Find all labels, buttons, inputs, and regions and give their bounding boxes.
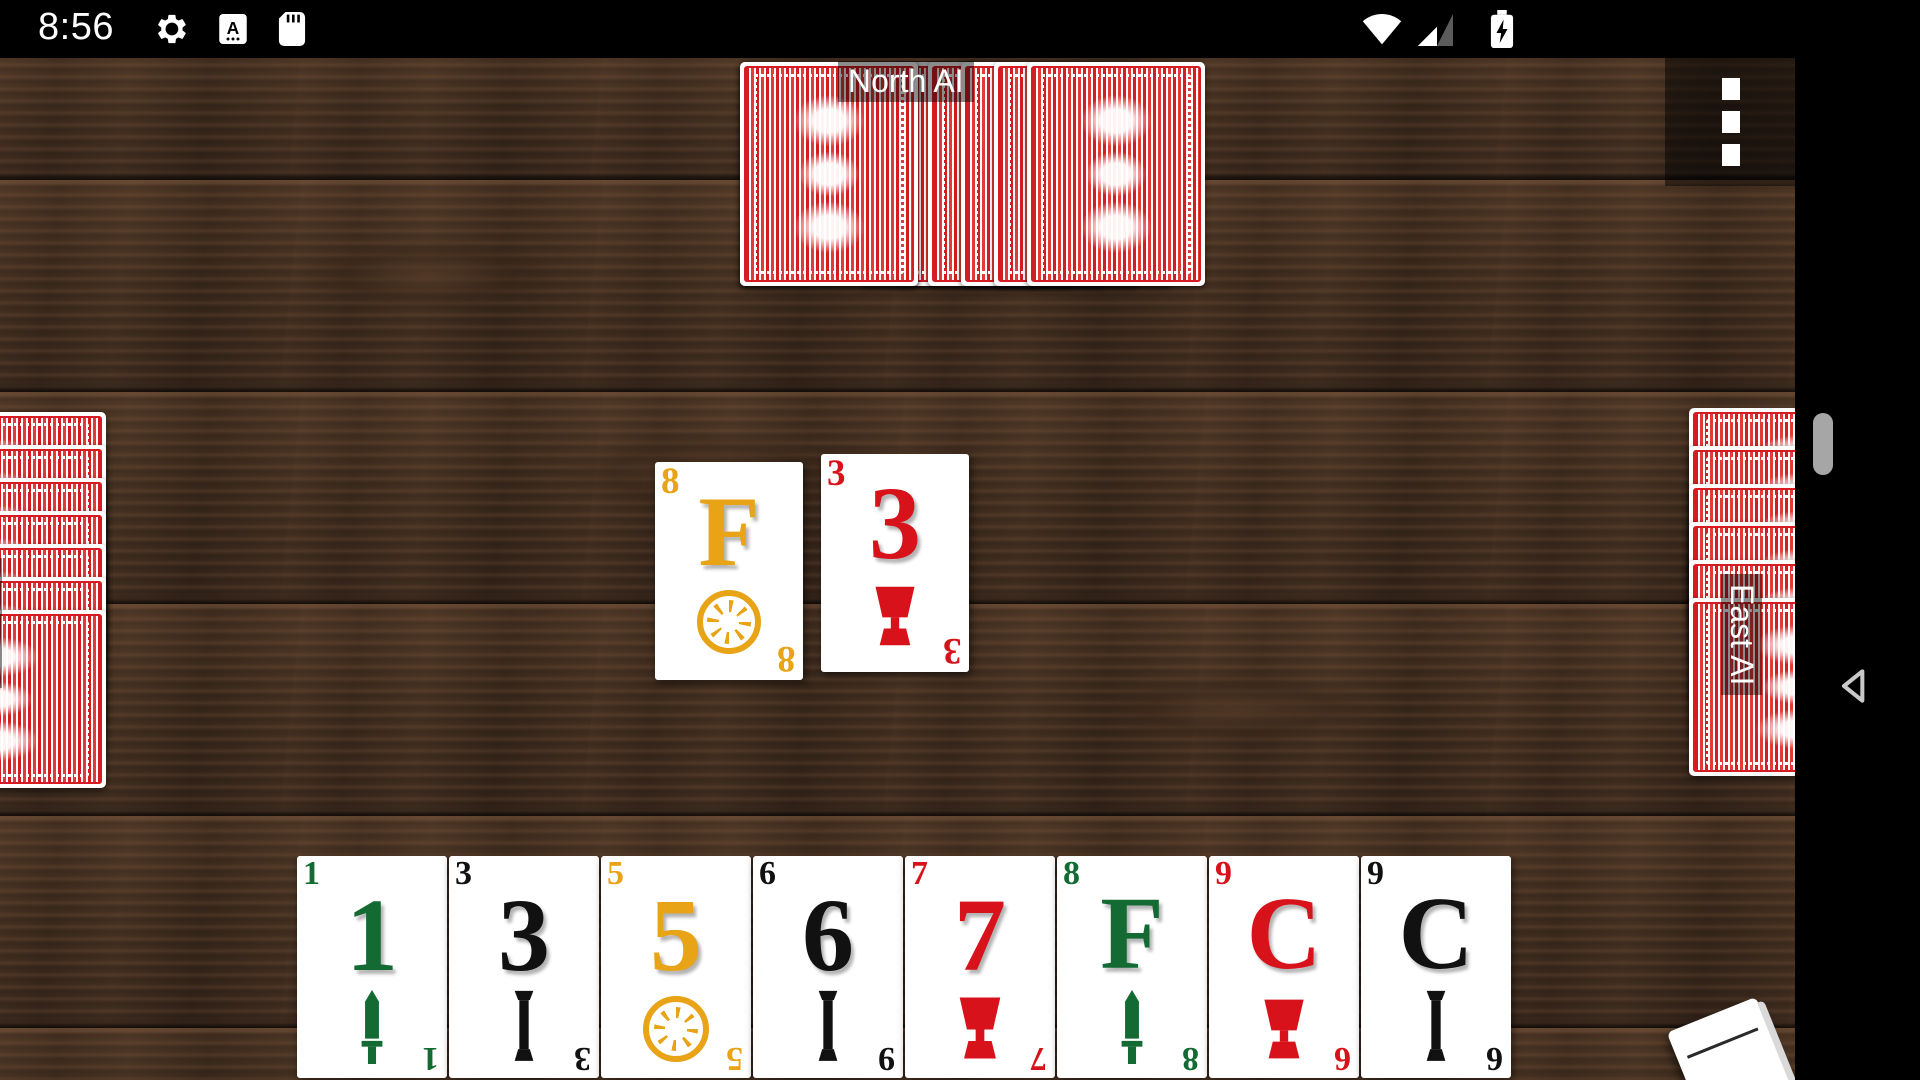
card-corner-rank: 3 <box>574 1040 591 1077</box>
hand-card[interactable]: 3 3 3 <box>449 856 599 1078</box>
wifi-icon <box>1362 14 1402 45</box>
card-corner-rank: 6 <box>1486 1040 1503 1077</box>
card-corner-rank: 6 <box>1334 1040 1351 1077</box>
card-face: 1 <box>346 878 398 993</box>
sd-card-icon <box>278 12 306 46</box>
card-face: F <box>1100 876 1164 991</box>
card-face: 7 <box>954 878 1006 993</box>
back-triangle-icon[interactable] <box>1833 664 1877 708</box>
hand-card[interactable]: 5 5 5 <box>601 856 751 1078</box>
app-a-icon: A <box>219 14 247 44</box>
svg-text:A: A <box>227 18 240 38</box>
gear-icon <box>158 14 186 44</box>
east-ai-label: East AI <box>1721 574 1762 696</box>
hand-card[interactable]: 7 7 7 <box>905 856 1055 1078</box>
card-face: 3 <box>869 466 921 581</box>
trick-card: 8 F 8 <box>655 462 803 680</box>
card-corner-rank: 8 <box>1182 1040 1199 1077</box>
card-face: C <box>1398 876 1474 991</box>
card-face: F <box>698 476 760 587</box>
trick-card: 3 3 3 <box>821 454 969 672</box>
game-table: North AI West AI <box>0 58 1795 1080</box>
game-screen: 8:56 A North AI East AI 8 F 8 3 3 3 1 1 … <box>0 0 1920 1080</box>
card-corner-rank: 8 <box>776 638 796 679</box>
card-corner-rank: 5 <box>726 1040 743 1077</box>
menu-dot <box>1722 144 1740 166</box>
hand-card[interactable]: 9 C 6 <box>1209 856 1359 1078</box>
card-face: 6 <box>802 878 854 993</box>
card-corner-rank: 7 <box>1030 1040 1047 1077</box>
card-face: 5 <box>650 878 702 993</box>
card-face: 3 <box>498 878 550 993</box>
card-face: C <box>1246 876 1322 991</box>
overflow-menu-button[interactable] <box>1665 58 1795 186</box>
hand-card[interactable]: 9 C 6 <box>1361 856 1511 1078</box>
menu-dot <box>1722 78 1740 100</box>
scrollbar-thumb[interactable] <box>1813 413 1833 475</box>
card-corner-rank: 1 <box>422 1040 439 1077</box>
hand-card[interactable]: 8 F 8 <box>1057 856 1207 1078</box>
card-corner-rank: 9 <box>878 1040 895 1077</box>
status-bar-clock: 8:56 <box>38 6 114 48</box>
hand-card[interactable]: 1 1 1 <box>297 856 447 1078</box>
android-status-bar: 8:56 A <box>0 0 1920 58</box>
card-back <box>0 610 106 788</box>
menu-dot <box>1722 111 1740 133</box>
card-back <box>1027 62 1205 286</box>
north-ai-label: North AI <box>838 61 974 102</box>
west-ai-label: West AI <box>0 558 2 688</box>
android-nav-bar <box>1795 58 1920 1080</box>
battery-charging-icon <box>1490 10 1514 48</box>
card-corner-rank: 3 <box>942 630 962 671</box>
hand-card[interactable]: 6 6 9 <box>753 856 903 1078</box>
cellular-signal-icon <box>1417 14 1453 46</box>
